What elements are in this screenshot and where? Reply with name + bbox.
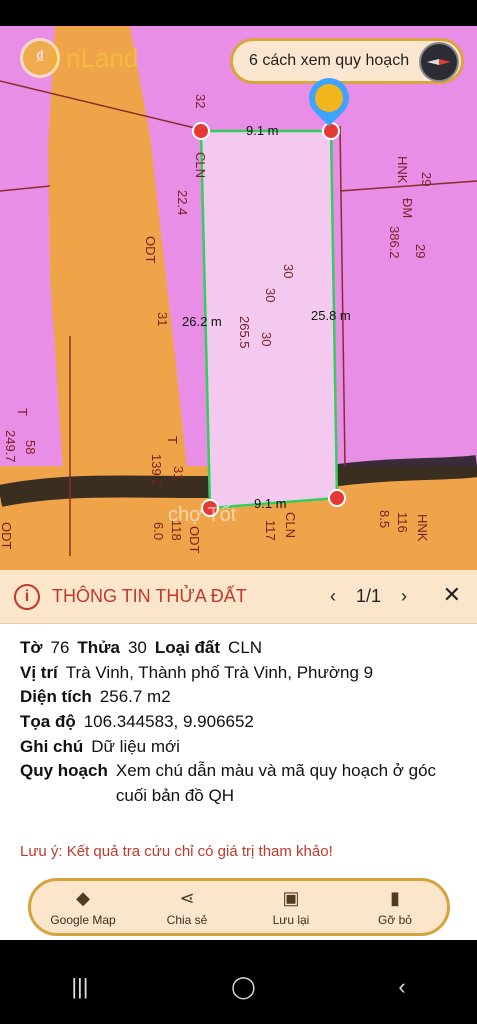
logo-text: nLand <box>66 42 139 73</box>
action-label: Google Map <box>50 912 116 927</box>
map-label: 6.0 <box>151 522 166 541</box>
map-label: T <box>165 436 180 444</box>
info-icon: i <box>14 583 40 610</box>
map-label: CLN <box>283 512 298 539</box>
row-note: Ghi chú Dữ liệu mới <box>20 735 457 760</box>
map-label: 58 <box>23 440 38 455</box>
map-label: 30 <box>281 264 296 279</box>
disclaimer: Lưu ý: Kết quả tra cứu chỉ có giá trị th… <box>20 843 333 860</box>
back-icon[interactable]: ‹ <box>398 974 405 1000</box>
remove-button[interactable]: ▮ Gỡ bỏ <box>350 888 440 927</box>
action-label: Gỡ bỏ <box>378 912 412 927</box>
dim-top: 9.1 m <box>246 123 279 138</box>
map-label: 32 <box>193 94 208 109</box>
map-label: 31 <box>171 466 186 481</box>
value: 30 <box>127 638 147 657</box>
label: Thửa <box>77 638 120 657</box>
planning-views-label: 6 cách xem quy hoạch <box>249 52 410 69</box>
panel-header: i THÔNG TIN THỬA ĐẤT ‹ 1/1 › ✕ <box>0 570 477 624</box>
map-label: 265.5 <box>237 316 252 349</box>
row-sheet: Tờ 76 Thửa 30 Loại đất CLN <box>20 636 457 661</box>
value: Trà Vinh, Thành phố Trà Vinh, Phường 9 <box>65 662 374 682</box>
row-area: Diện tích 256.7 m2 <box>20 685 457 710</box>
label: Loại đất <box>154 638 221 657</box>
save-icon: ▣ <box>282 888 300 908</box>
map-view[interactable]: ₫ nLand 6 cách xem quy hoạch 9.1 m 26.2 … <box>0 26 477 576</box>
panel-title: THÔNG TIN THỬA ĐẤT <box>52 586 247 606</box>
compass-icon[interactable] <box>419 42 459 82</box>
map-label: HNK <box>395 156 410 184</box>
map-label: ODT <box>143 236 158 264</box>
trash-icon: ▮ <box>390 888 400 908</box>
value: 256.7 m2 <box>99 687 171 707</box>
action-label: Chia sẻ <box>166 912 208 927</box>
page-indicator: 1/1 <box>355 586 381 606</box>
map-label: 116 <box>395 512 410 533</box>
map-label: ODT <box>187 526 202 554</box>
action-bar: ◆ Google Map ⋖ Chia sẻ ▣ Lưu lại ▮ Gỡ bỏ <box>28 878 450 936</box>
map-label: 29 <box>419 172 434 187</box>
label: Diện tích <box>20 687 92 707</box>
row-coords: Tọa độ 106.344583, 9.906652 <box>20 710 457 735</box>
prev-icon[interactable]: ‹ <box>330 586 336 607</box>
share-button[interactable]: ⋖ Chia sẻ <box>142 888 232 927</box>
coordinates[interactable]: 106.344583, 9.906652 <box>84 710 254 735</box>
recents-icon[interactable]: ||| <box>71 974 88 1000</box>
map-label: 117 <box>263 520 278 541</box>
next-icon[interactable]: › <box>401 586 407 607</box>
pager: ‹ 1/1 › <box>330 586 407 607</box>
app-logo: ₫ nLand <box>20 38 138 78</box>
map-label: 386.2 <box>387 226 402 259</box>
map-label: T <box>15 408 30 416</box>
status-bar <box>0 0 477 26</box>
dim-bottom: 9.1 m <box>254 496 287 511</box>
directions-icon: ◆ <box>76 888 90 908</box>
dim-right: 25.8 m <box>311 308 351 323</box>
map-drawing <box>0 26 477 576</box>
map-label: 29 <box>413 244 428 259</box>
map-label: ĐM <box>400 198 415 219</box>
map-label: 249.7 <box>3 430 18 463</box>
map-label: 22.4 <box>175 190 190 216</box>
dim-left: 26.2 m <box>182 314 222 329</box>
watermark: chợ Tốt <box>168 504 237 526</box>
google-map-button[interactable]: ◆ Google Map <box>38 888 128 927</box>
action-label: Lưu lại <box>272 912 310 927</box>
close-icon[interactable]: ✕ <box>443 582 461 608</box>
row-planning: Quy hoạch Xem chú dẫn màu và mã quy hoạch… <box>20 759 457 808</box>
home-icon[interactable]: ◯ <box>231 974 256 1000</box>
row-location: Vị trí Trà Vinh, Thành phố Trà Vinh, Phườ… <box>20 661 457 686</box>
value: Xem chú dẫn màu và mã quy hoạch ở góc cu… <box>115 761 437 805</box>
label: Vị trí <box>20 662 58 682</box>
map-label: 31 <box>155 312 170 327</box>
map-label: HNK <box>415 514 430 542</box>
map-label: CLN <box>193 152 208 179</box>
map-label: 139.2 <box>149 454 164 487</box>
share-icon: ⋖ <box>179 888 195 908</box>
value: Dữ liệu mới <box>91 736 180 756</box>
label: Quy hoạch <box>20 761 108 781</box>
logo-icon: ₫ <box>20 38 60 78</box>
map-label: ODT <box>0 522 14 550</box>
map-label: 8.5 <box>377 510 392 529</box>
label: Tọa độ <box>20 711 76 731</box>
planning-views-button[interactable]: 6 cách xem quy hoạch <box>230 38 464 84</box>
label: Tờ <box>20 638 43 657</box>
label: Ghi chú <box>20 736 84 756</box>
info-rows: Tờ 76 Thửa 30 Loại đất CLN Vị trí Trà Vinh, … <box>0 624 477 820</box>
value: CLN <box>228 638 263 657</box>
system-nav-bar: ||| ◯ ‹ <box>0 950 477 1024</box>
map-label: 30 <box>263 288 278 303</box>
value: 76 <box>50 638 70 657</box>
map-label: 30 <box>259 332 274 347</box>
save-button[interactable]: ▣ Lưu lại <box>246 888 336 927</box>
